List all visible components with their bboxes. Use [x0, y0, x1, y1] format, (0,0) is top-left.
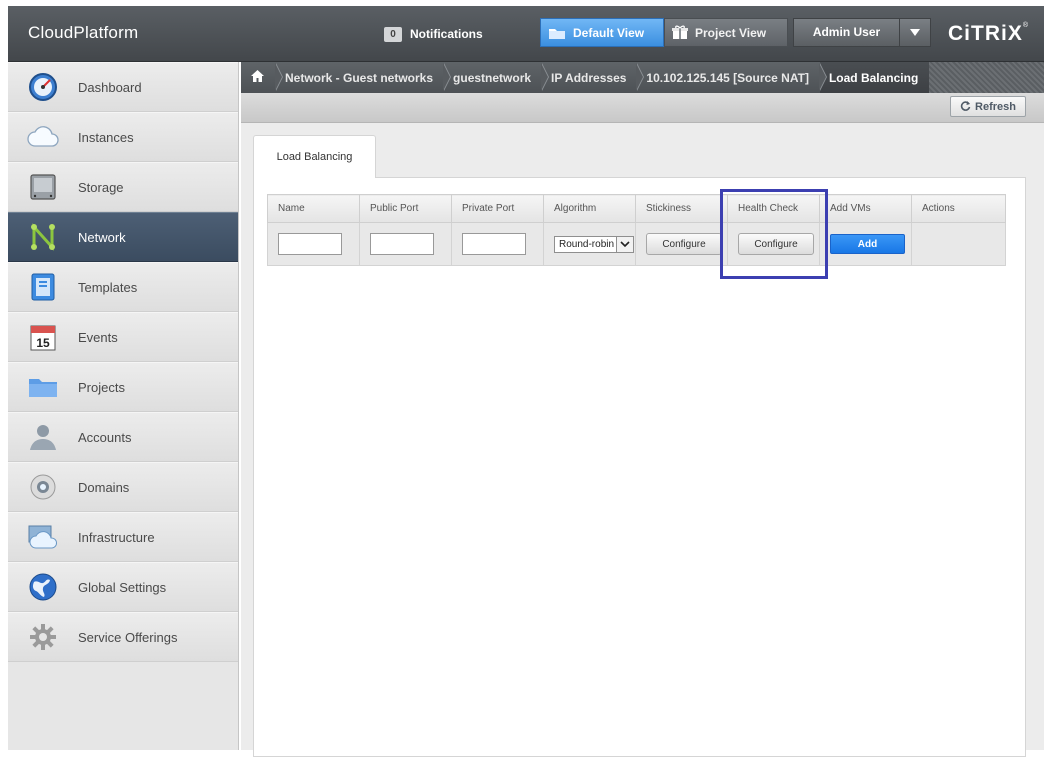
sidebar-item-label: Global Settings	[78, 579, 167, 595]
algorithm-cell: Round-robin	[543, 222, 636, 266]
sidebar-item-global-settings[interactable]: Global Settings	[8, 562, 238, 612]
user-menu[interactable]: Admin User	[793, 18, 931, 47]
main-content: Load Balancing Name Public Port Private …	[241, 123, 1044, 757]
sidebar-item-templates[interactable]: Templates	[8, 262, 238, 312]
actions-cell	[911, 222, 1006, 266]
refresh-button[interactable]: Refresh	[950, 96, 1026, 117]
folder-icon	[548, 26, 566, 40]
private-port-input[interactable]	[462, 233, 526, 255]
public-port-input[interactable]	[370, 233, 434, 255]
sidebar-item-label: Projects	[78, 379, 125, 395]
templates-icon	[27, 271, 59, 303]
sidebar-item-label: Storage	[78, 179, 124, 195]
stickiness-configure-button[interactable]: Configure	[646, 233, 722, 255]
refresh-label: Refresh	[975, 100, 1016, 113]
user-icon	[27, 421, 59, 453]
stickiness-cell: Configure	[635, 222, 728, 266]
algorithm-selected-value: Round-robin	[559, 238, 615, 250]
sidebar: Dashboard Instances Storage Network Temp…	[8, 62, 239, 750]
sidebar-item-label: Events	[78, 329, 118, 345]
network-icon	[27, 221, 59, 253]
sidebar-item-domains[interactable]: Domains	[8, 462, 238, 512]
name-cell	[267, 222, 360, 266]
tab-panel: Name Public Port Private Port Algorithm …	[253, 177, 1026, 757]
domain-icon	[27, 471, 59, 503]
brand-logo: CiTRiX®	[948, 22, 1030, 45]
infrastructure-icon	[27, 521, 59, 553]
column-header-stickiness: Stickiness	[635, 194, 728, 223]
sidebar-item-accounts[interactable]: Accounts	[8, 412, 238, 462]
column-header-add-vms: Add VMs	[819, 194, 912, 223]
table-row: Round-robin Configure Configure Add	[267, 222, 1006, 266]
column-header-actions: Actions	[911, 194, 1006, 223]
sidebar-item-events[interactable]: 15 Events	[8, 312, 238, 362]
breadcrumb-guestnetwork[interactable]: guestnetwork	[444, 62, 550, 93]
breadcrumb-ip-address[interactable]: 10.102.125.145 [Source NAT]	[637, 62, 827, 93]
home-icon	[251, 70, 264, 85]
breadcrumb-guest-networks[interactable]: Network - Guest networks	[276, 62, 452, 93]
notification-count-badge: 0	[384, 26, 402, 42]
project-view-button[interactable]: Project View	[664, 18, 788, 47]
project-view-label: Project View	[695, 25, 767, 40]
column-header-algorithm: Algorithm	[543, 194, 636, 223]
breadcrumb-ip-addresses[interactable]: IP Addresses	[542, 62, 645, 93]
sidebar-item-service-offerings[interactable]: Service Offerings	[8, 612, 238, 662]
sidebar-item-label: Service Offerings	[78, 629, 178, 645]
column-header-health-check: Health Check	[727, 194, 820, 223]
name-input[interactable]	[278, 233, 342, 255]
default-view-button[interactable]: Default View	[540, 18, 664, 47]
add-vms-cell: Add	[819, 222, 912, 266]
view-toggle: Default View Project View	[540, 18, 788, 47]
sidebar-item-storage[interactable]: Storage	[8, 162, 238, 212]
notifications-button[interactable]: 0 Notifications	[384, 25, 483, 43]
public-port-cell	[359, 222, 452, 266]
refresh-icon	[960, 100, 971, 114]
algorithm-select[interactable]: Round-robin	[554, 235, 634, 253]
sidebar-item-label: Dashboard	[78, 79, 142, 95]
app-window: CloudPlatform 0 Notifications Default Vi…	[8, 6, 1044, 757]
breadcrumb-home[interactable]	[241, 62, 283, 93]
default-view-label: Default View	[573, 25, 645, 40]
column-header-name: Name	[267, 194, 360, 223]
cloud-icon	[27, 121, 59, 153]
chevron-down-icon	[616, 236, 633, 252]
calendar-icon: 15	[27, 321, 59, 353]
top-header: CloudPlatform 0 Notifications Default Vi…	[8, 6, 1044, 62]
health-check-configure-button[interactable]: Configure	[738, 233, 814, 255]
sidebar-item-infrastructure[interactable]: Infrastructure	[8, 512, 238, 562]
breadcrumb-load-balancing: Load Balancing	[819, 62, 930, 93]
add-vms-button[interactable]: Add	[830, 234, 905, 255]
tab-load-balancing[interactable]: Load Balancing	[253, 135, 376, 178]
svg-text:15: 15	[36, 336, 50, 350]
sidebar-item-label: Templates	[78, 279, 138, 295]
breadcrumb-filler	[929, 62, 1044, 93]
sidebar-item-label: Domains	[78, 479, 130, 495]
dashboard-icon	[27, 71, 59, 103]
sidebar-item-label: Network	[78, 229, 126, 245]
toolbar: Refresh	[241, 93, 1044, 123]
user-name: Admin User	[794, 19, 900, 46]
globe-icon	[27, 571, 59, 603]
sidebar-item-label: Instances	[78, 129, 134, 145]
sidebar-item-instances[interactable]: Instances	[8, 112, 238, 162]
health-check-cell: Configure	[727, 222, 820, 266]
sidebar-item-label: Accounts	[78, 429, 132, 445]
notifications-label: Notifications	[410, 27, 483, 41]
storage-icon	[27, 171, 59, 203]
chevron-down-icon[interactable]	[900, 19, 930, 46]
folder-icon	[27, 371, 59, 403]
load-balancing-table: Name Public Port Private Port Algorithm …	[267, 194, 1006, 266]
sidebar-item-projects[interactable]: Projects	[8, 362, 238, 412]
breadcrumb: Network - Guest networks guestnetwork IP…	[241, 62, 1044, 93]
table-header-row: Name Public Port Private Port Algorithm …	[267, 194, 1006, 223]
gear-icon	[27, 621, 59, 653]
private-port-cell	[451, 222, 544, 266]
sidebar-item-dashboard[interactable]: Dashboard	[8, 62, 238, 112]
sidebar-item-network[interactable]: Network	[8, 212, 238, 262]
column-header-private-port: Private Port	[451, 194, 544, 223]
gift-icon	[672, 25, 688, 40]
column-header-public-port: Public Port	[359, 194, 452, 223]
sidebar-item-label: Infrastructure	[78, 529, 155, 545]
app-title: CloudPlatform	[28, 23, 139, 42]
